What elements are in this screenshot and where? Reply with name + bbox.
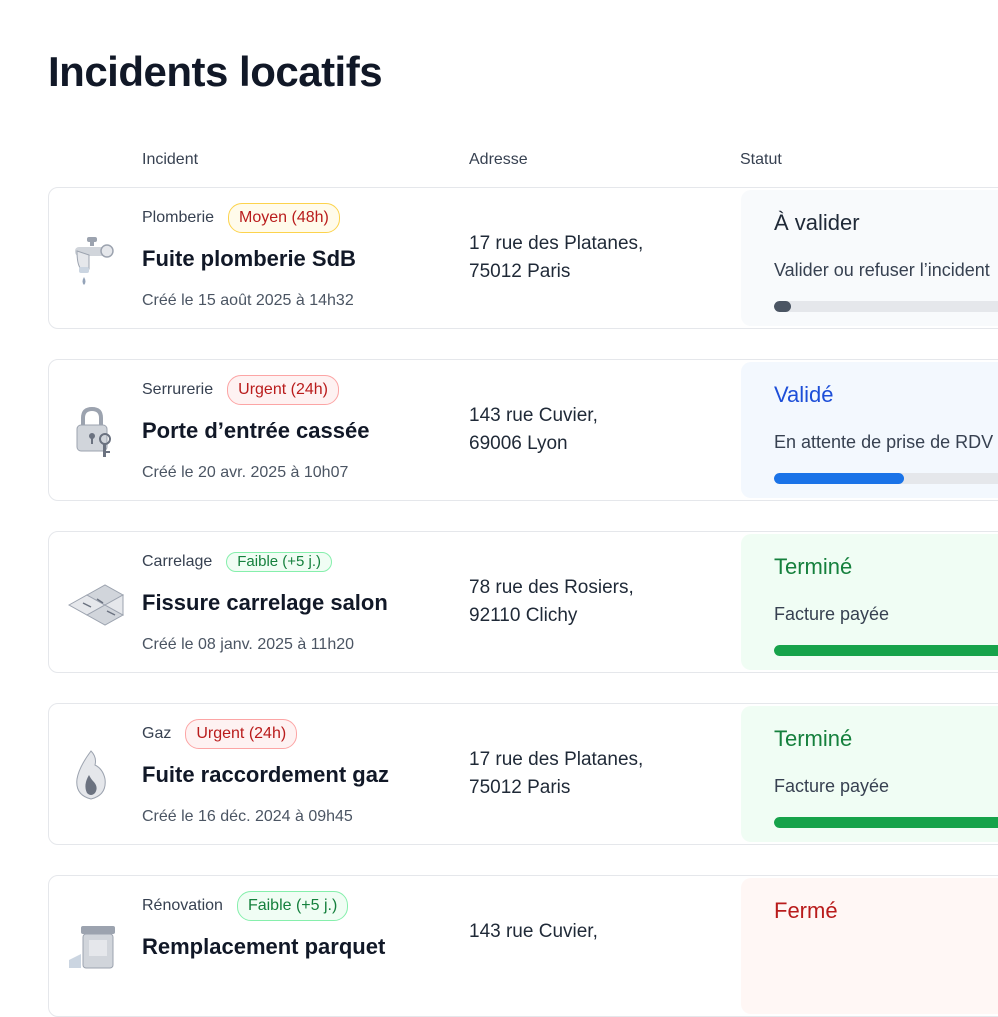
incident-created-date: Créé le 15 août 2025 à 14h32 bbox=[142, 292, 354, 309]
status-description: Facture payée bbox=[774, 604, 890, 624]
status-progress-bar bbox=[774, 817, 998, 828]
column-header-incident: Incident bbox=[142, 151, 199, 168]
faucet-icon bbox=[65, 229, 125, 289]
incident-title[interactable]: Fuite plomberie SdB bbox=[142, 246, 356, 272]
incident-title[interactable]: Porte d’entrée cassée bbox=[142, 418, 369, 444]
paint-bucket-icon bbox=[65, 920, 125, 980]
priority-badge: Faible (+5 j.) bbox=[236, 891, 349, 921]
status-panel: Terminé Facture payée bbox=[741, 706, 998, 842]
status-label: Terminé bbox=[774, 726, 853, 751]
incident-category: Carrelage bbox=[142, 553, 213, 570]
address-line: 17 rue des Platanes, bbox=[469, 749, 644, 770]
tiles-icon bbox=[65, 573, 125, 633]
incident-address: 143 rue Cuvier, 69006 Lyon bbox=[469, 402, 598, 458]
incident-created-date: Créé le 16 déc. 2024 à 09h45 bbox=[142, 808, 353, 825]
flame-icon bbox=[65, 745, 125, 805]
incident-title[interactable]: Fuite raccordement gaz bbox=[142, 762, 389, 788]
incident-title[interactable]: Fissure carrelage salon bbox=[142, 590, 388, 616]
incident-address: 78 rue des Rosiers, 92110 Clichy bbox=[469, 574, 634, 630]
padlock-icon bbox=[65, 401, 125, 461]
status-label: Terminé bbox=[774, 554, 853, 579]
incident-card[interactable]: Rénovation Faible (+5 j.) Remplacement p… bbox=[48, 875, 998, 1017]
incident-category: Rénovation bbox=[142, 897, 223, 914]
status-description: Valider ou refuser l’incident bbox=[774, 260, 990, 280]
priority-badge: Moyen (48h) bbox=[228, 203, 340, 233]
incident-address: 17 rue des Platanes, 75012 Paris bbox=[469, 746, 643, 802]
incident-card[interactable]: Serrurerie Urgent (24h) Porte d’entrée c… bbox=[48, 359, 998, 501]
incident-category: Plomberie bbox=[142, 209, 215, 226]
priority-badge: Faible (+5 j.) bbox=[226, 552, 333, 572]
status-label: À valider bbox=[774, 210, 860, 235]
column-header-status: Statut bbox=[740, 151, 782, 168]
address-line: 17 rue des Platanes, bbox=[469, 233, 644, 254]
incident-card[interactable]: Carrelage Faible (+5 j.) Fissure carrela… bbox=[48, 531, 998, 673]
address-line: 69006 Lyon bbox=[469, 433, 568, 454]
incident-category: Serrurerie bbox=[142, 381, 214, 398]
status-panel: Fermé bbox=[741, 878, 998, 1014]
status-panel: À valider Valider ou refuser l’incident bbox=[741, 190, 998, 326]
status-description: Facture payée bbox=[774, 776, 890, 796]
incident-created-date: Créé le 08 janv. 2025 à 11h20 bbox=[142, 636, 355, 653]
address-line: 92110 Clichy bbox=[469, 605, 578, 626]
column-header-address: Adresse bbox=[469, 151, 528, 168]
priority-badge: Urgent (24h) bbox=[185, 719, 298, 749]
status-description: En attente de prise de RDV bbox=[774, 432, 994, 452]
status-progress-bar bbox=[774, 301, 998, 312]
address-line: 78 rue des Rosiers, bbox=[469, 577, 634, 598]
address-line: 75012 Paris bbox=[469, 261, 571, 282]
status-panel: Terminé Facture payée bbox=[741, 534, 998, 670]
incident-card[interactable]: Gaz Urgent (24h) Fuite raccordement gaz … bbox=[48, 703, 998, 845]
status-label: Validé bbox=[774, 382, 834, 407]
status-progress-bar bbox=[774, 473, 998, 484]
incident-address: 143 rue Cuvier, bbox=[469, 918, 598, 946]
incident-title[interactable]: Remplacement parquet bbox=[142, 934, 385, 960]
page-title: Incidents locatifs bbox=[48, 48, 383, 95]
status-panel: Validé En attente de prise de RDV bbox=[741, 362, 998, 498]
status-label: Fermé bbox=[774, 898, 838, 923]
status-progress-bar bbox=[774, 645, 998, 656]
address-line: 75012 Paris bbox=[469, 777, 571, 798]
incident-category: Gaz bbox=[142, 725, 172, 742]
incident-created-date: Créé le 20 avr. 2025 à 10h07 bbox=[142, 464, 349, 481]
priority-badge: Urgent (24h) bbox=[227, 375, 339, 405]
incident-card[interactable]: Plomberie Moyen (48h) Fuite plomberie Sd… bbox=[48, 187, 998, 329]
address-line: 143 rue Cuvier, bbox=[469, 405, 598, 426]
address-line: 143 rue Cuvier, bbox=[469, 921, 598, 942]
incident-address: 17 rue des Platanes, 75012 Paris bbox=[469, 230, 643, 286]
